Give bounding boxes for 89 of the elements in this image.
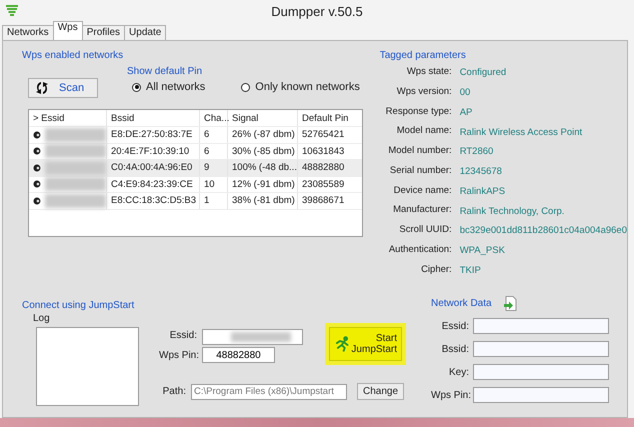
- parameter-label: Serial number:: [388, 164, 452, 178]
- option-heading: Show default Pin: [127, 66, 204, 77]
- table-row[interactable]: C0:4A:00:4A:96:E0 9 100% (-48 db... 48882880: [29, 160, 362, 176]
- section-heading: Tagged parameters: [380, 50, 467, 61]
- table-cell: E8:CC:18:3C:D5:B3: [107, 193, 200, 208]
- input-field[interactable]: [473, 341, 609, 357]
- field-label: Essid:: [440, 320, 469, 332]
- section-heading: Connect using JumpStart: [22, 300, 136, 311]
- parameter-value: RalinkAPS: [460, 186, 506, 197]
- radio-option[interactable]: Only known networks: [241, 81, 360, 93]
- parameter-label: Manufacturer:: [392, 204, 452, 218]
- parameter-value: WPA_PSK: [460, 245, 506, 256]
- field-label: Wps Pin:: [431, 390, 469, 400]
- parameter-label: Model name:: [396, 125, 452, 138]
- table-cell: 12% (-91 dbm): [228, 176, 298, 192]
- field-label: Key:: [448, 366, 469, 378]
- parameter-label: Wps version:: [396, 86, 452, 99]
- table-cell: 26% (-87 dbm): [228, 127, 298, 142]
- input-field[interactable]: [473, 364, 609, 380]
- table-row[interactable]: E8:DE:27:50:83:7E 6 26% (-87 dbm) 52765421: [29, 127, 362, 144]
- table-cell: 1: [200, 193, 228, 208]
- field-label: Path:: [162, 386, 186, 397]
- table-cell: 9: [200, 160, 228, 176]
- table-row[interactable]: C4:E9:84:23:39:CE 10 12% (-91 dbm) 23085589: [29, 176, 362, 193]
- parameter-label: Wps state:: [406, 66, 452, 79]
- table-cell: C4:E9:84:23:39:CE: [107, 176, 200, 192]
- change-button[interactable]: Change: [357, 383, 404, 400]
- network-icon: [33, 180, 41, 188]
- network-icon: [33, 147, 41, 156]
- tab[interactable]: Wps: [52, 21, 83, 40]
- table-cell: E8:DE:27:50:83:7E: [107, 127, 200, 142]
- table-cell-text: 39868671: [301, 194, 346, 208]
- input-field[interactable]: [473, 387, 609, 403]
- scan-button[interactable]: Scan: [28, 78, 98, 98]
- parameter-value: bc329e001dd811b28601c04a004a96e0: [460, 225, 627, 236]
- log-box[interactable]: [36, 327, 139, 406]
- tab[interactable]: Update: [124, 25, 166, 40]
- input-field[interactable]: [473, 318, 609, 334]
- wps-pin-field[interactable]: 48882880: [202, 347, 275, 363]
- wifi-icon: [6, 4, 18, 18]
- table-row[interactable]: E8:CC:18:3C:D5:B3 1 38% (-81 dbm) 39868671: [29, 193, 362, 210]
- table-cell: 6: [200, 144, 228, 159]
- running-figure-icon: [334, 336, 352, 352]
- parameter-label: Authentication:: [388, 244, 452, 258]
- section-heading: Wps enabled networks: [22, 50, 124, 61]
- essid-field[interactable]: [202, 329, 303, 345]
- window-title: Dumpper v.50.5: [271, 4, 363, 19]
- parameter-value: TKIP: [460, 265, 482, 276]
- table-cell: 30% (-85 dbm): [228, 144, 298, 159]
- parameter-value: Ralink Technology, Corp.: [460, 206, 566, 217]
- column-header[interactable]: Signal: [228, 110, 298, 126]
- column-header[interactable]: Cha...: [200, 110, 228, 126]
- table-cell-text: 52765421: [301, 128, 346, 142]
- column-header[interactable]: > Essid: [29, 110, 107, 126]
- table-cell-text: 48882880: [301, 161, 346, 176]
- column-header[interactable]: Bssid: [107, 110, 200, 126]
- tab[interactable]: Networks: [2, 25, 54, 40]
- parameter-label: Scroll UUID:: [398, 224, 452, 238]
- table-cell: 100% (-48 db...: [228, 160, 298, 176]
- network-icon: [33, 164, 41, 172]
- table-cell-text: 10631843: [301, 144, 346, 159]
- section-heading: Network Data: [431, 298, 492, 309]
- export-document-icon[interactable]: [504, 296, 517, 311]
- parameter-value: AP: [460, 106, 474, 118]
- parameter-label: Cipher:: [420, 264, 452, 277]
- parameter-label: Model number:: [387, 145, 452, 158]
- log-label: Log: [33, 313, 51, 324]
- table-cell: 38% (-81 dbm): [228, 193, 298, 208]
- parameter-value: 00: [460, 86, 472, 98]
- parameter-label: Response type:: [384, 106, 452, 119]
- parameter-value: Configured: [460, 67, 508, 78]
- parameter-value: Ralink Wireless Access Point: [460, 126, 584, 138]
- table-cell-text: 23085589: [301, 178, 346, 192]
- field-label: Essid:: [168, 330, 197, 341]
- table-cell: 10: [200, 176, 228, 192]
- radio-option[interactable]: All networks: [132, 81, 206, 93]
- field-label: Wps Pin:: [159, 350, 197, 361]
- table-cell: C0:4A:00:4A:96:E0: [107, 160, 200, 176]
- parameter-label: Device name:: [392, 184, 452, 198]
- network-icon: [33, 196, 41, 205]
- field-label: Bssid:: [440, 344, 469, 354]
- network-icon: [33, 130, 41, 139]
- table-cell: 20:4E:7F:10:39:10: [107, 144, 200, 159]
- parameter-value: RT2860: [460, 146, 494, 158]
- table-cell: 6: [200, 127, 228, 142]
- parameter-value: 12345678: [460, 166, 503, 178]
- path-field[interactable]: C:\Program Files (x86)\Jumpstart: [191, 384, 347, 400]
- refresh-icon: [35, 81, 49, 95]
- column-header[interactable]: Default Pin: [298, 110, 360, 126]
